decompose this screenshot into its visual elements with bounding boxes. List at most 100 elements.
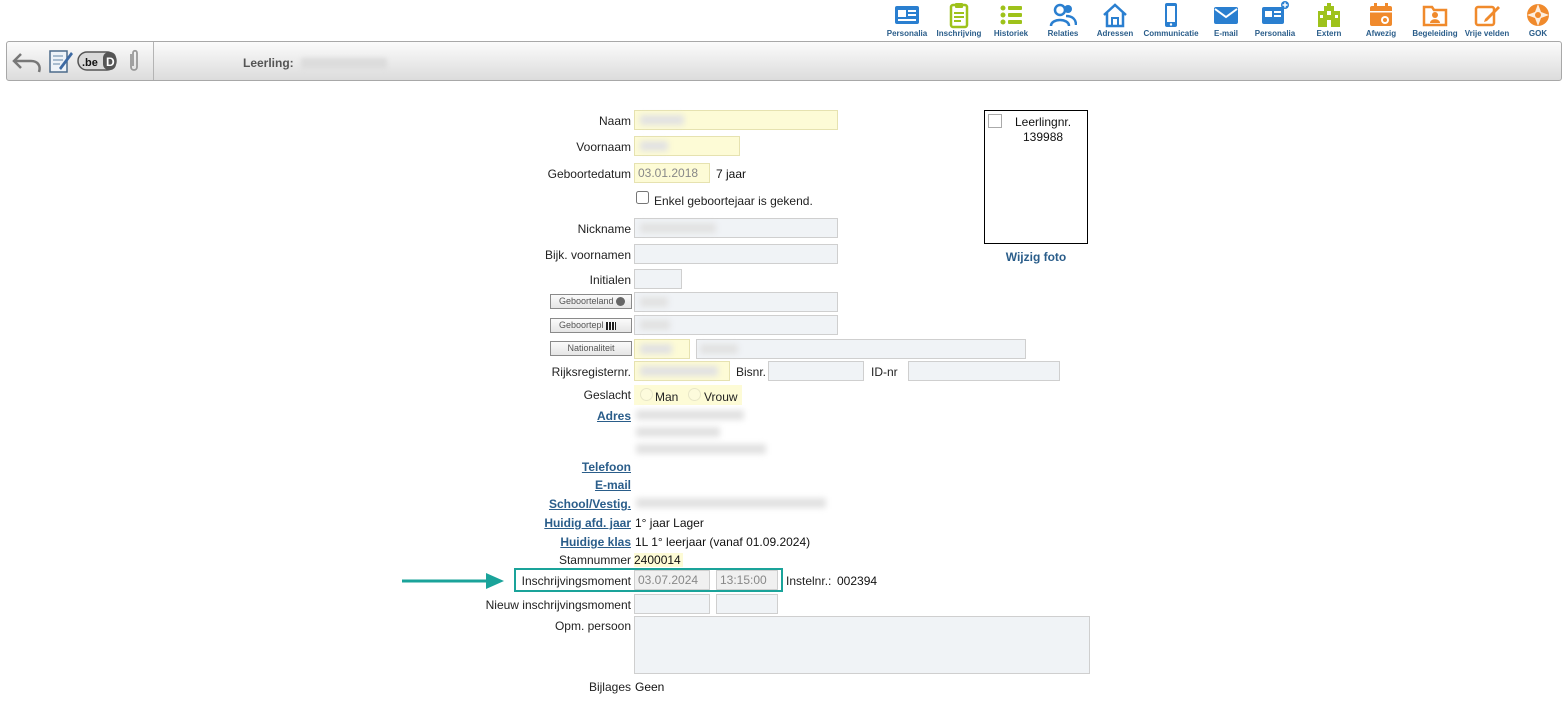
geboorteland-redacted: [640, 297, 668, 307]
geboortedatum-input[interactable]: [634, 163, 710, 183]
telefoon-link[interactable]: Telefoon: [582, 460, 631, 474]
geslacht-label: Geslacht: [583, 388, 631, 402]
nav-label: Adressen: [1096, 29, 1134, 38]
envelope-icon: [1214, 7, 1238, 24]
top-navigation: Personalia Inschrijving Historiek Relati…: [0, 0, 1564, 40]
nieuw-inschr-time-input[interactable]: [716, 594, 778, 614]
bisnr-input[interactable]: [768, 361, 864, 381]
edit-notes-button[interactable]: [47, 48, 73, 74]
opm-persoon-textarea[interactable]: [634, 616, 1090, 674]
globe-icon: [615, 297, 625, 307]
nav-label: Communicatie: [1143, 29, 1199, 38]
nationaliteit-button[interactable]: Nationaliteit: [550, 341, 632, 356]
instelnr-label: Instelnr.:: [786, 574, 832, 588]
naam-label: Naam: [598, 114, 631, 128]
huidig-afd-link[interactable]: Huidig afd. jaar: [544, 516, 631, 530]
photo-alt-line1: Leerlingnr.: [1015, 115, 1072, 129]
nav-email[interactable]: E-mail: [1206, 0, 1246, 38]
calendar-icon: [1370, 3, 1392, 26]
eid-button[interactable]: .be D: [77, 48, 119, 74]
bijk-voornamen-input[interactable]: [634, 244, 838, 264]
id-card-icon: [895, 6, 919, 24]
email-link[interactable]: E-mail: [595, 478, 631, 492]
geslacht-vrouw-radio[interactable]: [688, 388, 701, 401]
phone-icon: [1165, 3, 1177, 27]
student-name-redacted: [301, 58, 388, 70]
arrow-indicator-icon: [402, 573, 504, 589]
stamnummer-label: Stamnummer: [558, 553, 631, 567]
student-photo: Leerlingnr. 139988: [984, 110, 1088, 244]
huidige-klas-link[interactable]: Huidige klas: [560, 535, 631, 549]
adres-link[interactable]: Adres: [597, 409, 631, 423]
paperclip-icon: [130, 49, 138, 71]
nav-historiek[interactable]: Historiek: [988, 0, 1034, 38]
age-text: 7 jaar: [716, 167, 747, 181]
eid-text: .be: [82, 57, 98, 69]
nav-begeleiding[interactable]: Begeleiding: [1408, 0, 1462, 38]
pencil-icon: [1474, 5, 1500, 27]
nav-label: Historiek: [993, 29, 1029, 38]
list-icon: [1000, 5, 1022, 25]
school-redacted: [636, 498, 826, 508]
geboorteplaats-button-label: Geboortepl: [559, 320, 604, 330]
instelnr-value: 002394: [837, 574, 878, 588]
home-icon: [1103, 3, 1127, 28]
nav-communicatie[interactable]: Communicatie: [1140, 0, 1202, 38]
toolbar-divider: [153, 42, 154, 80]
notepad-icon: [49, 50, 73, 73]
initialen-label: Initialen: [589, 273, 631, 287]
idnr-label: ID-nr: [871, 365, 898, 379]
enkel-geboortejaar-label: Enkel geboortejaar is gekend.: [654, 194, 813, 208]
geboorteplaats-redacted: [640, 320, 670, 330]
naam-redacted: [640, 115, 684, 125]
eid-icon: .be D: [77, 51, 117, 71]
nav-label: Relaties: [1047, 29, 1079, 38]
undo-button[interactable]: [11, 48, 45, 74]
nav-label: Vrije velden: [1464, 29, 1510, 38]
toolbar: .be D Leerling:: [6, 41, 1562, 81]
nav-label: Afwezig: [1365, 29, 1397, 38]
school-link[interactable]: School/Vestig.: [549, 497, 631, 511]
nav-relaties[interactable]: Relaties: [1040, 0, 1086, 38]
geboortedatum-label: Geboortedatum: [547, 167, 631, 181]
attachment-button[interactable]: [125, 48, 143, 74]
nav-label: Extern: [1316, 29, 1342, 38]
nav-personalia-plus[interactable]: Personalia: [1248, 0, 1302, 38]
nav-label: Begeleiding: [1412, 29, 1458, 38]
idnr-input[interactable]: [908, 361, 1060, 381]
geslacht-vrouw-label: Vrouw: [704, 390, 738, 404]
nav-label: Personalia: [886, 29, 928, 38]
nav-vrije-velden[interactable]: Vrije velden: [1462, 0, 1512, 38]
nav-label: Personalia: [1254, 29, 1296, 38]
huidig-afd-value: 1° jaar Lager: [635, 516, 704, 530]
student-label: Leerling:: [243, 56, 388, 70]
nieuw-inschr-date-input[interactable]: [634, 594, 710, 614]
nav-adressen[interactable]: Adressen: [1092, 0, 1138, 38]
nav-label: Inschrijving: [936, 29, 982, 38]
nieuw-inschrijvingsmoment-label: Nieuw inschrijvingsmoment: [485, 598, 631, 612]
adres-line2-redacted: [636, 427, 720, 437]
student-label-text: Leerling:: [243, 56, 294, 70]
users-icon: [1049, 3, 1077, 27]
enkel-geboortejaar-checkbox[interactable]: [636, 191, 649, 204]
voornaam-redacted: [640, 141, 668, 151]
nickname-redacted: [640, 223, 716, 233]
nav-gok[interactable]: GOK: [1518, 0, 1558, 38]
nav-inschrijving[interactable]: Inschrijving: [934, 0, 984, 38]
bisnr-label: Bisnr.: [736, 365, 767, 379]
stamnummer-value: 2400014: [634, 553, 683, 567]
geslacht-man-radio[interactable]: [640, 388, 653, 401]
geboorteplaats-button[interactable]: Geboortepl: [550, 318, 632, 333]
wijzig-foto-link[interactable]: Wijzig foto: [984, 250, 1088, 264]
initialen-input[interactable]: [634, 269, 682, 289]
rijksregister-label: Rijksregisternr.: [551, 365, 631, 379]
adres-line3-redacted: [636, 444, 766, 454]
nationaliteit-name-input[interactable]: [696, 339, 1026, 359]
geboorteland-button[interactable]: Geboorteland: [550, 294, 632, 309]
nav-extern[interactable]: Extern: [1308, 0, 1350, 38]
highlight-box: [514, 568, 783, 592]
id-card-plus-icon: [1262, 1, 1289, 24]
nav-label: E-mail: [1213, 29, 1238, 38]
nav-afwezig[interactable]: Afwezig: [1360, 0, 1402, 38]
nav-personalia[interactable]: Personalia: [884, 0, 930, 38]
